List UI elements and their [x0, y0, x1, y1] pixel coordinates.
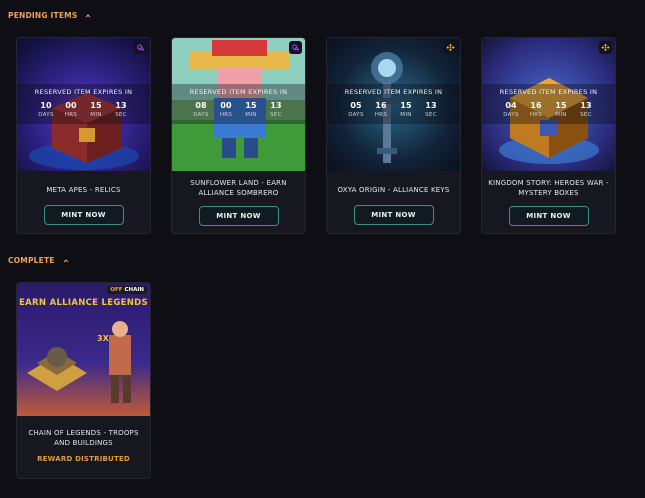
bnb-icon — [599, 41, 612, 54]
minutes-label: MIN — [245, 112, 257, 118]
countdown: RESERVED ITEM EXPIRES IN 04 DAYS 16 HRS 15… — [482, 84, 615, 124]
mint-now-button[interactable]: MINT NOW — [43, 205, 124, 225]
countdown-days: 04 — [505, 101, 517, 110]
item-thumbnail: EARN ALLIANCE LEGENDS 3X OFF CHAIN — [17, 283, 150, 416]
item-thumbnail: RESERVED ITEM EXPIRES IN 10 DAYS 00 HRS 15… — [17, 38, 150, 171]
polygon-icon — [134, 41, 147, 54]
hours-label: HRS — [374, 112, 388, 118]
item-title: CHAIN OF LEGENDS - TROOPS AND BUILDINGS — [28, 429, 139, 447]
pending-section-header[interactable]: PENDING ITEMS — [8, 11, 91, 20]
item-title: META APES - RELICS — [46, 186, 121, 194]
countdown-days: 08 — [195, 101, 207, 110]
pending-item-card[interactable]: RESERVED ITEM EXPIRES IN 10 DAYS 00 HRS 15… — [16, 37, 151, 234]
chevron-up-icon[interactable] — [63, 258, 69, 264]
complete-item-card[interactable]: EARN ALLIANCE LEGENDS 3X OFF CHAIN CHAIN… — [16, 282, 151, 479]
off-chain-badge-chain: CHAIN — [124, 287, 144, 293]
countdown-seconds: 13 — [115, 101, 127, 110]
countdown-days: 10 — [40, 101, 52, 110]
countdown-seconds: 13 — [580, 101, 592, 110]
countdown-minutes: 15 — [90, 101, 102, 110]
pending-item-card[interactable]: RESERVED ITEM EXPIRES IN 04 DAYS 16 HRS 15… — [481, 37, 616, 234]
item-thumbnail: RESERVED ITEM EXPIRES IN 04 DAYS 16 HRS 15… — [482, 38, 615, 171]
reward-status: REWARD DISTRIBUTED — [37, 455, 130, 463]
seconds-label: SEC — [580, 112, 592, 118]
minutes-label: MIN — [90, 112, 102, 118]
seconds-label: SEC — [115, 112, 127, 118]
art-multiplier: 3X — [97, 334, 109, 343]
countdown-seconds: 13 — [270, 101, 282, 110]
item-title: SUNFLOWER LAND - EARN ALLIANCE SOMBRERO — [190, 179, 287, 197]
item-title: OXYA ORIGIN - ALLIANCE KEYS — [337, 186, 450, 194]
seconds-label: SEC — [425, 112, 437, 118]
hours-label: HRS — [219, 112, 233, 118]
complete-section-header[interactable]: COMPLETE — [8, 256, 69, 265]
days-label: DAYS — [193, 112, 209, 118]
countdown-hours: 00 — [65, 101, 77, 110]
mint-now-button[interactable]: MINT NOW — [508, 206, 589, 226]
countdown-seconds: 13 — [425, 101, 437, 110]
countdown-days: 05 — [350, 101, 362, 110]
art-title: EARN ALLIANCE LEGENDS — [19, 298, 148, 308]
item-thumbnail: RESERVED ITEM EXPIRES IN 05 DAYS 16 HRS 15… — [327, 38, 460, 171]
countdown-hours: 16 — [530, 101, 542, 110]
pending-item-card[interactable]: RESERVED ITEM EXPIRES IN 05 DAYS 16 HRS 15… — [326, 37, 461, 234]
mint-now-button[interactable]: MINT NOW — [198, 206, 279, 226]
mint-now-button[interactable]: MINT NOW — [353, 205, 434, 225]
countdown-title: RESERVED ITEM EXPIRES IN — [499, 88, 598, 96]
days-label: DAYS — [38, 112, 54, 118]
complete-section-title: COMPLETE — [8, 256, 55, 265]
item-title: KINGDOM STORY: HEROES WAR - MYSTERY BOXE… — [488, 179, 609, 197]
minutes-label: MIN — [400, 112, 412, 118]
countdown-minutes: 15 — [555, 101, 567, 110]
pending-item-card[interactable]: RESERVED ITEM EXPIRES IN 08 DAYS 00 HRS 15… — [171, 37, 306, 234]
chevron-up-icon[interactable] — [85, 13, 91, 19]
countdown-title: RESERVED ITEM EXPIRES IN — [344, 88, 443, 96]
hours-label: HRS — [64, 112, 78, 118]
days-label: DAYS — [348, 112, 364, 118]
bnb-icon — [444, 41, 457, 54]
pending-section-title: PENDING ITEMS — [8, 11, 78, 20]
countdown-minutes: 15 — [245, 101, 257, 110]
minutes-label: MIN — [555, 112, 567, 118]
off-chain-badge-off: OFF — [110, 287, 123, 293]
polygon-icon — [289, 41, 302, 54]
days-label: DAYS — [503, 112, 519, 118]
countdown-hours: 16 — [375, 101, 387, 110]
countdown-title: RESERVED ITEM EXPIRES IN — [34, 88, 133, 96]
seconds-label: SEC — [270, 112, 282, 118]
countdown: RESERVED ITEM EXPIRES IN 05 DAYS 16 HRS 15… — [327, 84, 460, 124]
hours-label: HRS — [529, 112, 543, 118]
off-chain-badge: OFF CHAIN — [107, 286, 147, 294]
countdown-hours: 00 — [220, 101, 232, 110]
countdown-title: RESERVED ITEM EXPIRES IN — [189, 88, 288, 96]
item-thumbnail: RESERVED ITEM EXPIRES IN 08 DAYS 00 HRS 15… — [172, 38, 305, 171]
countdown: RESERVED ITEM EXPIRES IN 08 DAYS 00 HRS 15… — [172, 84, 305, 124]
countdown-minutes: 15 — [400, 101, 412, 110]
countdown: RESERVED ITEM EXPIRES IN 10 DAYS 00 HRS 15… — [17, 84, 150, 124]
